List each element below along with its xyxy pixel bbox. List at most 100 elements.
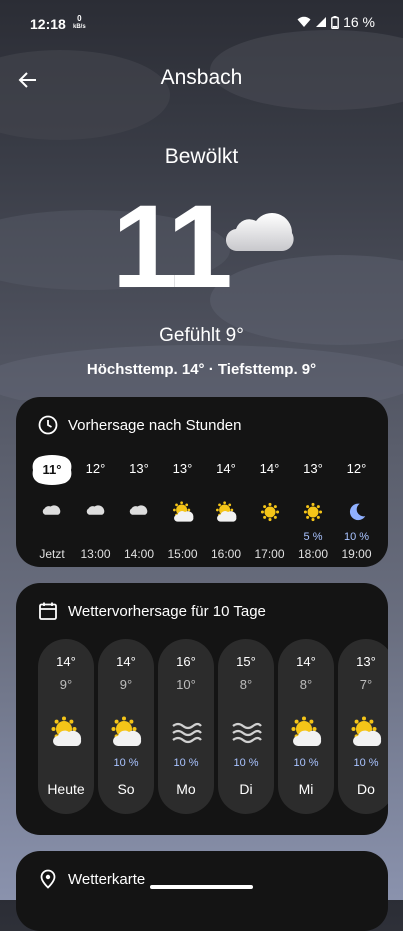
status-time: 12:18 [30,16,66,32]
hourly-icon [258,501,282,523]
hourly-temp: 14° [216,461,236,476]
daily-icon [230,715,262,749]
network-speed-value: 0 [77,14,82,23]
cloud-icon [129,505,148,515]
daily-low: 8° [299,677,313,692]
calendar-icon [39,602,57,620]
top-bar: Ansbach [0,58,403,102]
cloud-icon [226,213,294,252]
hourly-time: 13:00 [80,547,111,561]
signal-icon [316,17,327,27]
daily-header: Wettervorhersage für 10 Tage [38,601,266,621]
hourly-temp: 13° [303,461,323,476]
daily-item[interactable]: 14° 9° 10 % So [98,639,154,814]
hourly-precip: 10 % [343,531,370,543]
daily-high: 14° [296,654,316,669]
hourly-item: 14° 17:00 [248,461,292,561]
daily-forecast-card: Wettervorhersage für 10 Tage 14° 9° Heute 1… [16,583,388,835]
hourly-precip: 5 % [303,531,323,543]
sun-icon [260,502,279,522]
daily-precip: 10 % [113,757,139,769]
hourly-icon [345,501,369,523]
daily-precip: 10 % [293,757,319,769]
sun-cloud-icon [111,716,142,746]
daily-low: 10° [176,677,196,692]
daily-low: 7° [359,677,373,692]
hourly-item: 13° 5 % 18:00 [291,461,335,561]
hourly-time: 18:00 [297,547,329,561]
map-header: Wetterkarte [38,869,145,889]
daily-day: Heute [47,781,85,797]
hourly-time: 15:00 [167,547,198,561]
daily-precip: 10 % [233,757,259,769]
hourly-time: Jetzt [39,547,65,561]
daily-high: 13° [356,654,376,669]
daily-item[interactable]: 14° 8° 10 % Mi [278,639,334,814]
wind-icon [232,722,262,744]
current-condition: Bewölkt [164,145,239,168]
daily-icon [50,715,82,749]
hourly-item: 11° Jetzt [30,455,74,561]
map-title: Wetterkarte [68,870,146,888]
daily-item[interactable]: 15° 8° 10 % Di [218,639,274,814]
hourly-item: 12° 10 % 19:00 [335,461,379,561]
battery-percent: 16 % [343,14,375,30]
city-title: Ansbach [160,66,243,89]
sun-cloud-icon [351,716,382,746]
home-indicator[interactable] [150,885,253,889]
daily-item[interactable]: 16° 10° 10 % Mo [158,639,214,814]
hourly-time: 17:00 [254,547,285,561]
hourly-forecast-card: Vorhersage nach Stunden 11° Jetzt 12° 13:00… [16,397,388,567]
high-low-temps: Höchsttemp. 14° · Tiefsttemp. 9° [86,361,317,378]
current-temperature: 11 [112,181,233,313]
daily-high: 15° [236,654,256,669]
battery-icon [331,15,339,29]
hourly-temp: 11° [42,462,62,477]
hourly-time: 16:00 [210,547,242,561]
daily-icon [290,715,322,749]
location-pin-icon [40,869,56,889]
hourly-item: 13° 14:00 [117,461,161,561]
wifi-icon [297,16,311,27]
daily-day: Mo [176,781,196,797]
weather-map-card[interactable]: Wetterkarte [16,851,388,931]
hourly-icon [171,501,195,523]
sun-cloud-icon [216,501,237,522]
daily-day: Di [239,781,253,797]
daily-day: Mi [298,781,314,797]
daily-high: 14° [116,654,136,669]
wind-icon [172,722,202,744]
hourly-time: 19:00 [341,547,372,561]
daily-high: 16° [176,654,196,669]
daily-icon [110,715,142,749]
daily-precip: 10 % [173,757,199,769]
feels-like: Gefühlt 9° [159,325,244,346]
hourly-item: 13° 15:00 [161,461,205,561]
cloud-icon [86,505,104,515]
daily-item[interactable]: 14° 9° Heute [38,639,94,814]
hourly-icon [214,501,238,523]
network-speed-unit: kB/s [73,24,86,30]
daily-title: Wettervorhersage für 10 Tage [68,602,266,620]
hourly-icon [301,501,325,523]
sun-icon [303,502,323,522]
daily-precip: 10 % [353,757,379,769]
clock-icon [38,415,58,435]
hourly-icon [84,501,108,523]
hourly-temp: 12° [346,461,367,476]
hourly-header: Vorhersage nach Stunden [38,415,241,435]
sun-cloud-icon [51,716,82,746]
sun-cloud-icon [291,716,322,746]
daily-item[interactable]: 13° 7° 10 % Do [338,639,388,814]
daily-high: 14° [56,654,76,669]
hourly-temp: 13° [129,461,149,476]
daily-low: 9° [59,677,73,692]
hourly-time: 14:00 [123,547,155,561]
daily-icon [170,715,202,749]
hourly-icon [40,501,64,523]
hourly-icon [127,501,151,523]
daily-low: 8° [239,677,253,692]
moon-icon [349,503,365,521]
hourly-item: 12° 13:00 [74,461,118,561]
hourly-item: 14° 16:00 [204,461,248,561]
